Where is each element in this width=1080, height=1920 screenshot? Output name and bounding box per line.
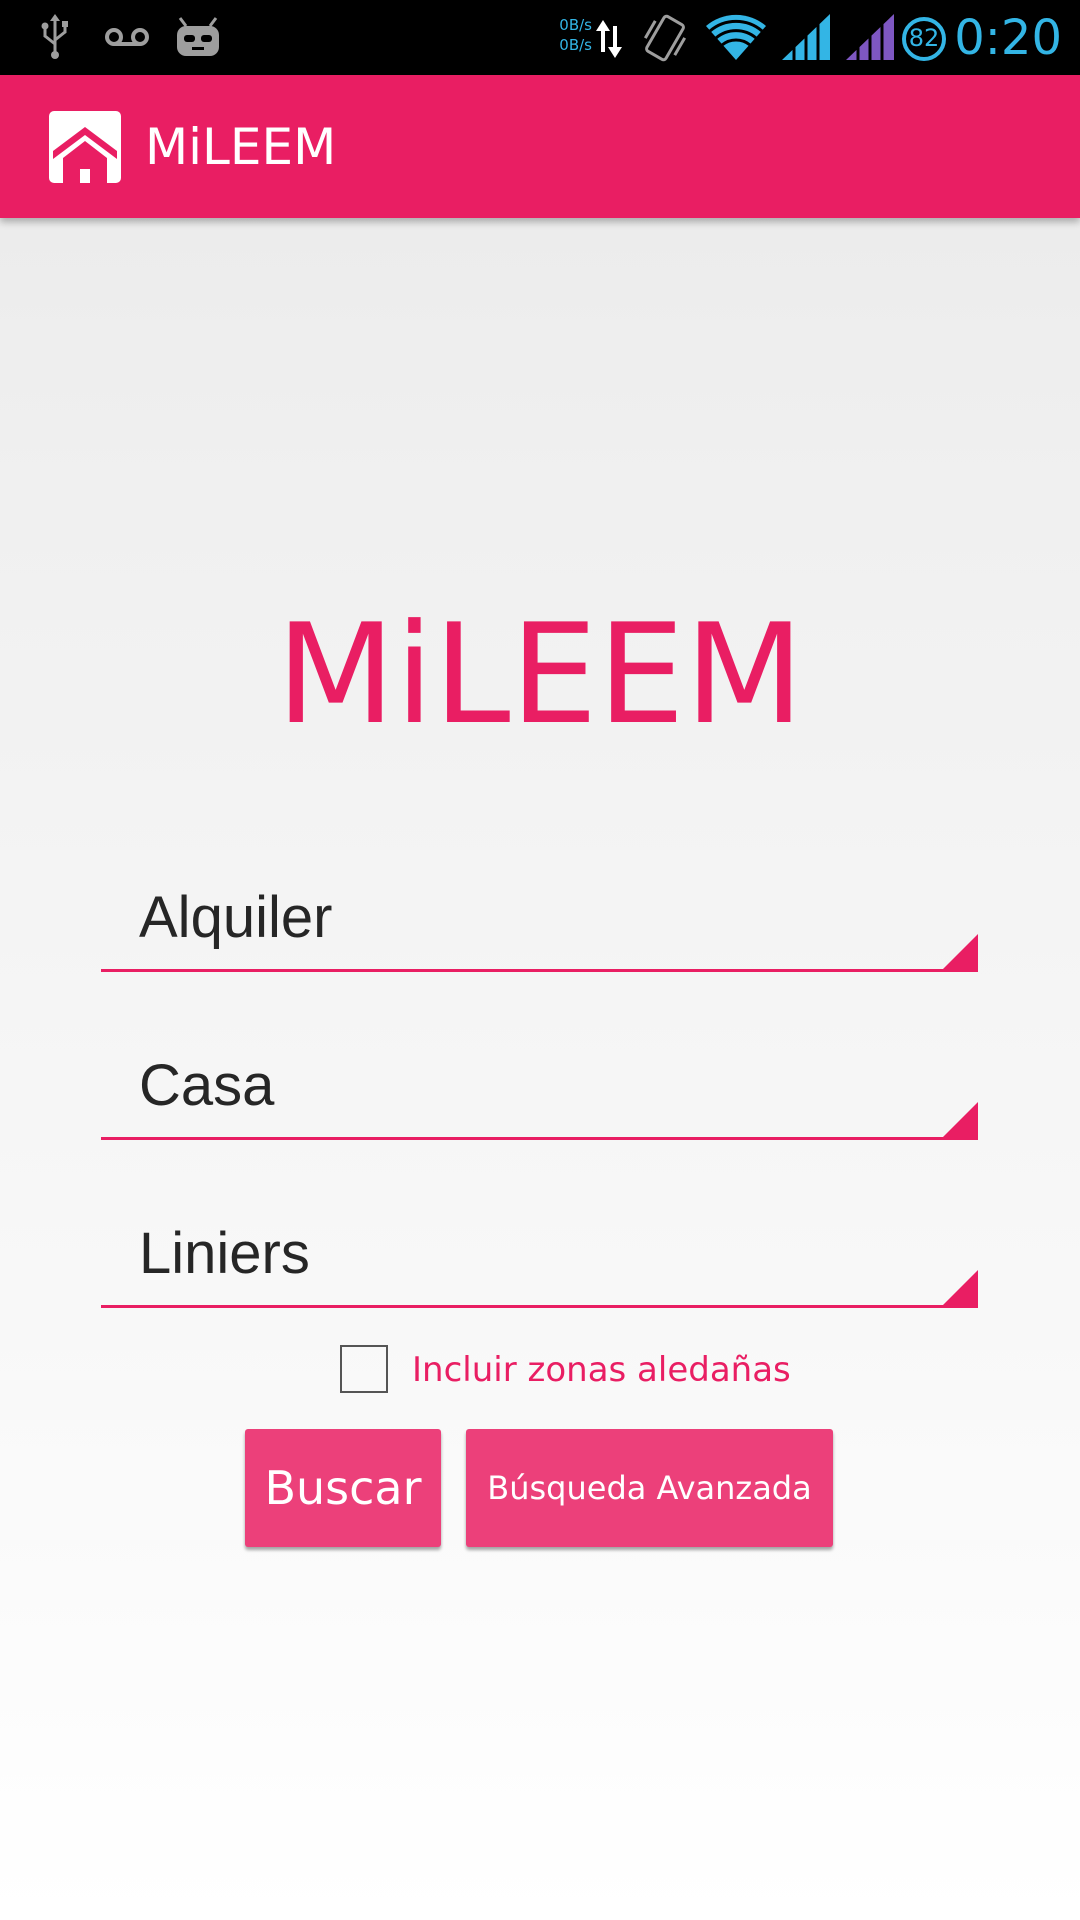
network-speed: 0B/s 0B/s: [548, 15, 592, 55]
net-up-speed: 0B/s: [559, 16, 592, 34]
spinner-underline: [101, 1137, 978, 1140]
action-bar-title: MiLEEM: [145, 118, 337, 176]
spinner-value: Liniers: [139, 1221, 310, 1286]
battery-level: 82: [908, 24, 940, 52]
spinner-underline: [101, 1305, 978, 1308]
spinner-underline: [101, 969, 978, 972]
house-icon[interactable]: [49, 111, 121, 183]
cyanogen-android-icon: [177, 17, 219, 56]
page-title: MiLEEM: [276, 594, 804, 755]
nearby-zones-checkbox[interactable]: [340, 1345, 388, 1393]
zone-spinner[interactable]: Liniers: [101, 1208, 978, 1308]
spinner-value: Casa: [139, 1053, 275, 1118]
wifi-icon: [706, 14, 766, 60]
dropdown-triangle-icon: [940, 934, 978, 972]
status-bar: 0B/s 0B/s 82 0:20: [0, 0, 1080, 75]
signal-icon: [782, 14, 830, 60]
signal-icon-2: [846, 14, 894, 60]
search-button[interactable]: Buscar: [245, 1429, 441, 1547]
vibrate-icon: [643, 14, 687, 62]
property-type-spinner[interactable]: Casa: [101, 1040, 978, 1140]
operation-spinner[interactable]: Alquiler: [101, 872, 978, 972]
clock: 0:20: [954, 10, 1062, 66]
net-down-speed: 0B/s: [559, 36, 592, 54]
action-bar: MiLEEM: [0, 75, 1080, 218]
usb-icon: [41, 14, 68, 59]
advanced-search-button[interactable]: Búsqueda Avanzada: [466, 1429, 833, 1547]
dropdown-triangle-icon: [940, 1102, 978, 1140]
dropdown-triangle-icon: [940, 1270, 978, 1308]
nearby-zones-label[interactable]: Incluir zonas aledañas: [412, 1346, 791, 1394]
data-transfer-icon: [596, 20, 622, 58]
spinner-value: Alquiler: [139, 885, 333, 950]
voicemail-icon: [105, 28, 149, 46]
